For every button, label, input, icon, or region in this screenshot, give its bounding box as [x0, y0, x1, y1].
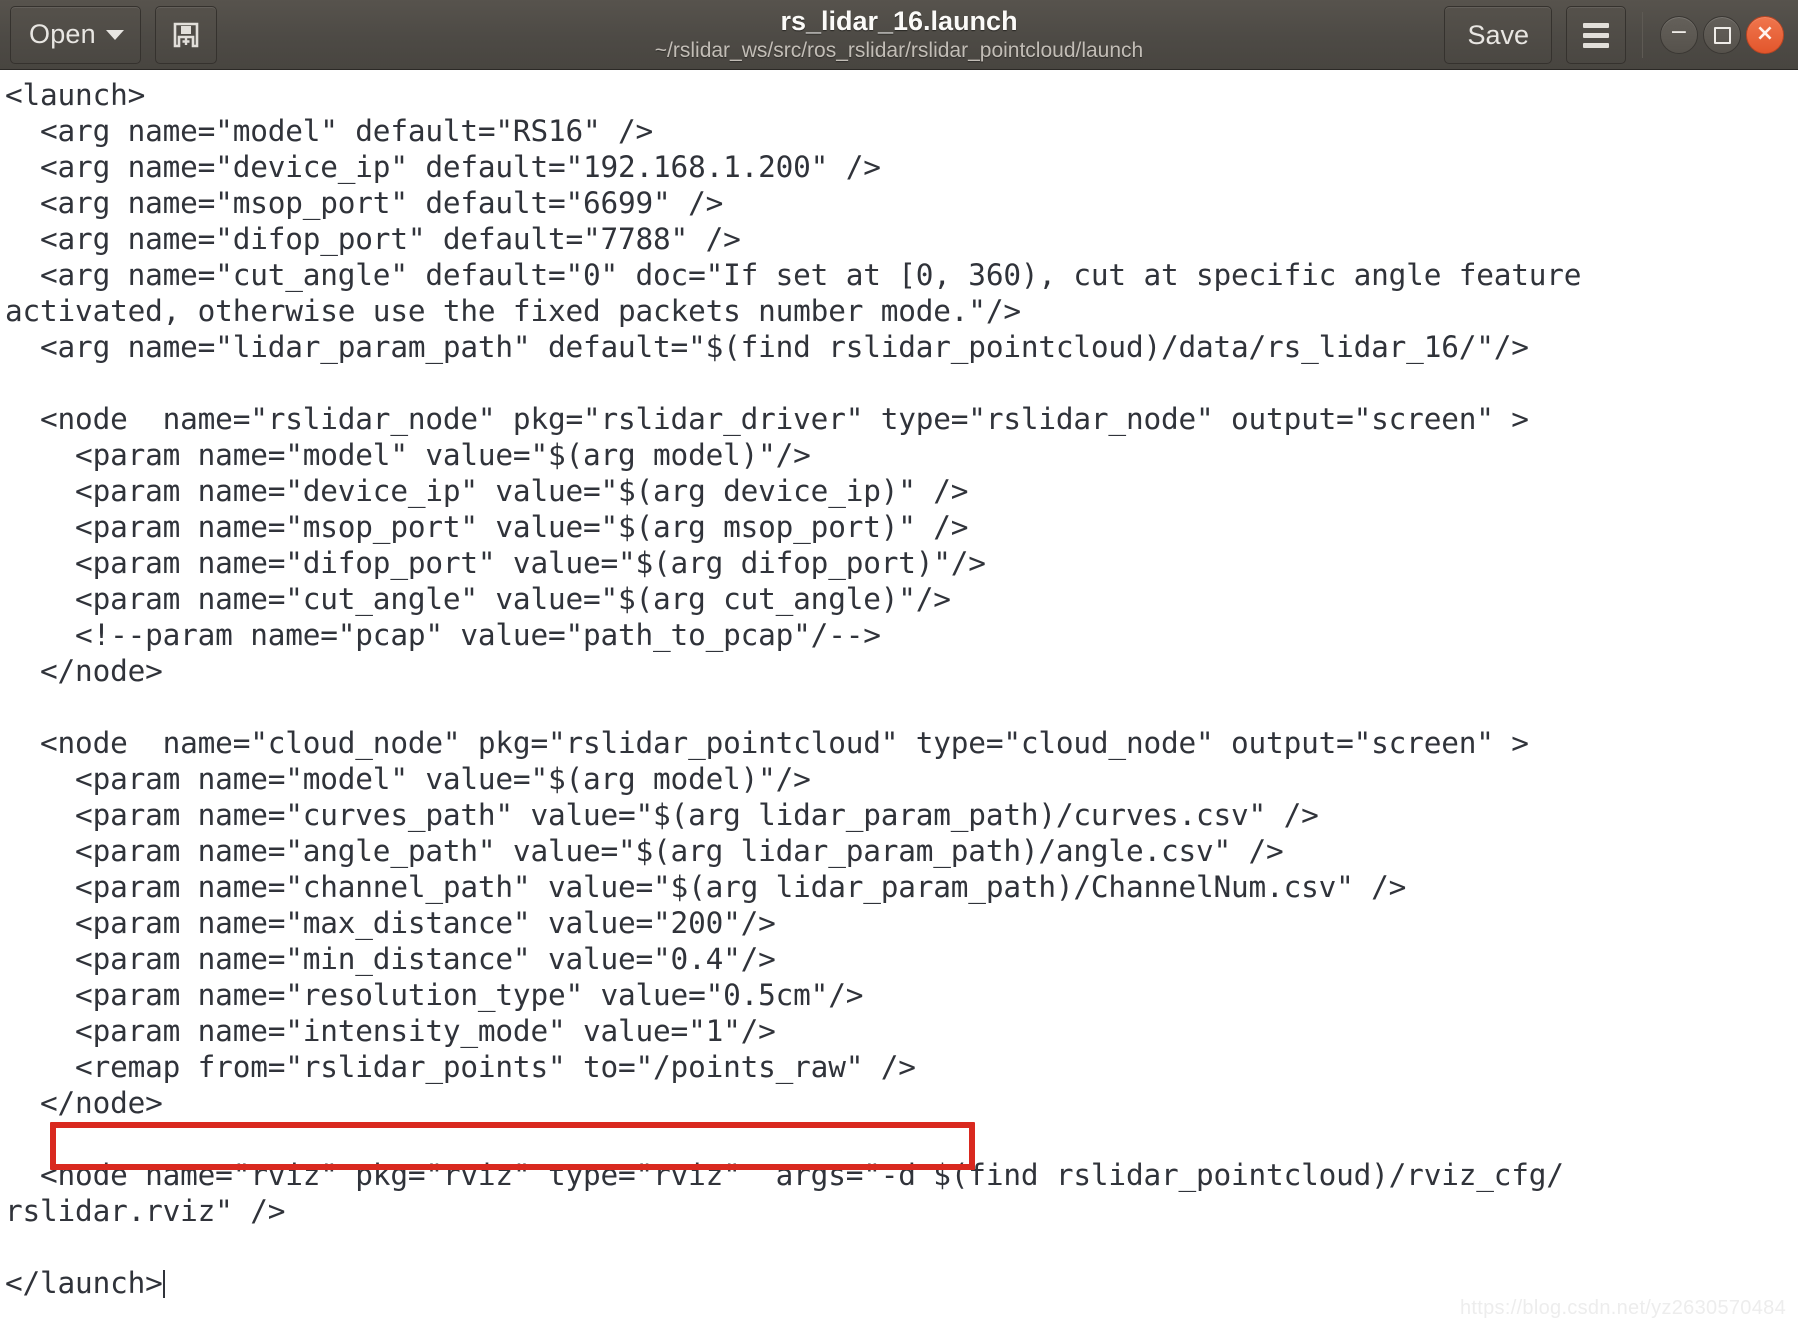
- document-path: ~/rslidar_ws/src/ros_rslidar/rslidar_poi…: [654, 38, 1144, 62]
- hamburger-menu-icon-bar-2: [1583, 32, 1609, 38]
- open-button-label: Open: [29, 19, 96, 49]
- save-button[interactable]: Save: [1444, 6, 1552, 64]
- save-as-document-button[interactable]: [154, 5, 217, 64]
- close-icon: ×: [1755, 21, 1775, 46]
- save-as-document-icon: [173, 22, 199, 47]
- open-button[interactable]: Open: [10, 5, 141, 64]
- watermark: https://blog.csdn.net/yz2630570484: [1460, 1297, 1786, 1319]
- save-button-label: Save: [1467, 19, 1529, 50]
- maximize-icon: [1713, 26, 1731, 44]
- page-title: rs_lidar_16.launch: [780, 6, 1018, 37]
- toolbar-divider: [1642, 12, 1643, 58]
- chevron-down-icon: [105, 29, 124, 40]
- titlebar-right-controls: Save − ×: [1444, 0, 1798, 70]
- hamburger-menu-button[interactable]: [1566, 6, 1626, 64]
- source-code-text[interactable]: <launch> <arg name="model" default="RS16…: [5, 77, 1582, 1301]
- minimize-icon: −: [1669, 19, 1689, 45]
- maximize-button[interactable]: [1703, 16, 1741, 54]
- hamburger-menu-icon-bar-3: [1583, 42, 1609, 48]
- hamburger-menu-icon: [1583, 22, 1609, 28]
- titlebar: Open rs_lidar_16.launch ~/rslidar_ws/src…: [0, 0, 1798, 70]
- text-cursor: [162, 1270, 165, 1298]
- close-button[interactable]: ×: [1746, 16, 1784, 54]
- minimize-button[interactable]: −: [1660, 16, 1698, 54]
- text-editor-area[interactable]: <launch> <arg name="model" default="RS16…: [0, 70, 1798, 1332]
